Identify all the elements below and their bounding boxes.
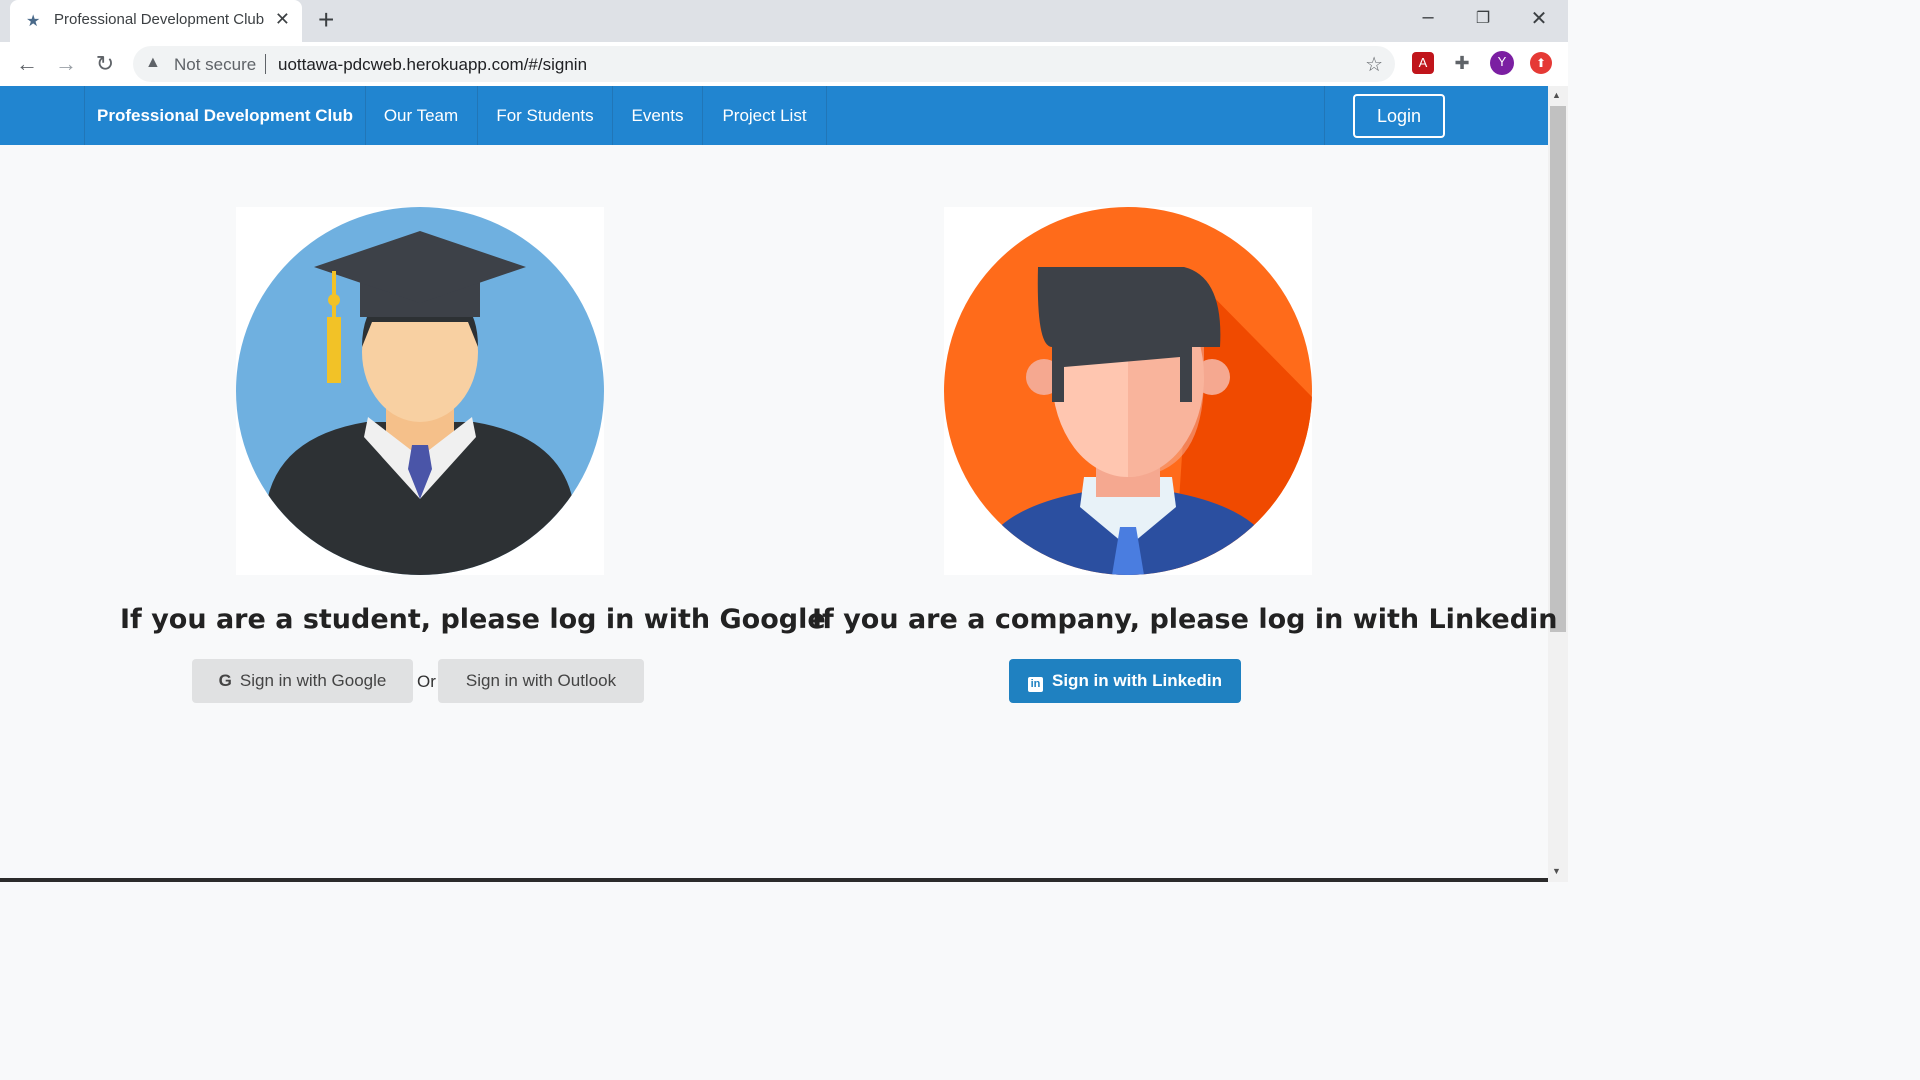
linkedin-signin-label: Sign in with Linkedin <box>1052 671 1222 690</box>
browser-tab[interactable]: ★ Professional Development Club ✕ <box>10 0 302 42</box>
forward-icon[interactable]: → <box>51 49 81 79</box>
nav-brand[interactable]: Professional Development Club <box>84 86 366 145</box>
site-favicon-icon: ★ <box>26 13 41 30</box>
tab-close-icon[interactable]: ✕ <box>275 9 290 30</box>
reload-icon[interactable]: ↻ <box>90 49 120 79</box>
address-separator <box>265 54 266 74</box>
tab-title: Professional Development Club <box>54 11 265 28</box>
page-scrollbar[interactable]: ▲ ▼ <box>1548 86 1568 882</box>
bottom-edge <box>0 878 1548 882</box>
new-tab-icon[interactable]: + <box>318 5 334 35</box>
address-bar[interactable]: ▲ Not secure uottawa-pdcweb.herokuapp.co… <box>133 46 1395 82</box>
url-text[interactable]: uottawa-pdcweb.herokuapp.com/#/signin <box>278 55 587 75</box>
company-heading: If you are a company, please log in with… <box>812 604 1558 635</box>
back-icon[interactable]: ← <box>12 49 42 79</box>
browser-toolbar: ← → ↻ ▲ Not secure uottawa-pdcweb.heroku… <box>0 42 1568 87</box>
update-arrow-icon[interactable]: ⬆ <box>1530 52 1552 74</box>
profile-avatar[interactable]: Y <box>1490 51 1514 75</box>
security-label[interactable]: Not secure <box>174 55 256 75</box>
linkedin-icon: in <box>1028 677 1043 692</box>
google-icon: G <box>218 671 232 690</box>
google-signin-button[interactable]: G Sign in with Google <box>192 659 413 703</box>
restore-icon[interactable]: ❐ <box>1468 8 1498 28</box>
nav-item-our-team[interactable]: Our Team <box>365 86 478 145</box>
scrollbar-thumb[interactable] <box>1550 106 1566 632</box>
pdf-extension-icon[interactable]: A <box>1412 52 1434 74</box>
browser-tab-strip: ★ Professional Development Club ✕ + – ❐ … <box>0 0 1568 42</box>
student-avatar-image <box>236 207 604 575</box>
nav-divider <box>1324 86 1325 145</box>
linkedin-signin-button[interactable]: in Sign in with Linkedin <box>1009 659 1241 703</box>
nav-item-events[interactable]: Events <box>613 86 703 145</box>
warning-icon[interactable]: ▲ <box>145 54 161 72</box>
minimize-icon[interactable]: – <box>1413 6 1443 29</box>
login-button[interactable]: Login <box>1353 94 1445 138</box>
extensions-puzzle-icon[interactable]: ✚ <box>1451 52 1473 74</box>
site-navbar: Professional Development Club Our Team F… <box>0 86 1548 145</box>
company-avatar-image <box>944 207 1312 575</box>
nav-item-project-list[interactable]: Project List <box>703 86 827 145</box>
student-heading: If you are a student, please log in with… <box>120 604 826 635</box>
window-close-icon[interactable]: ✕ <box>1524 6 1554 31</box>
google-signin-label: Sign in with Google <box>239 671 387 690</box>
scroll-up-icon[interactable]: ▲ <box>1552 90 1561 100</box>
bookmark-star-icon[interactable]: ☆ <box>1365 52 1383 77</box>
scroll-down-icon[interactable]: ▼ <box>1552 866 1561 876</box>
nav-item-for-students[interactable]: For Students <box>478 86 613 145</box>
or-label: Or <box>417 672 436 691</box>
outlook-signin-button[interactable]: Sign in with Outlook <box>438 659 644 703</box>
